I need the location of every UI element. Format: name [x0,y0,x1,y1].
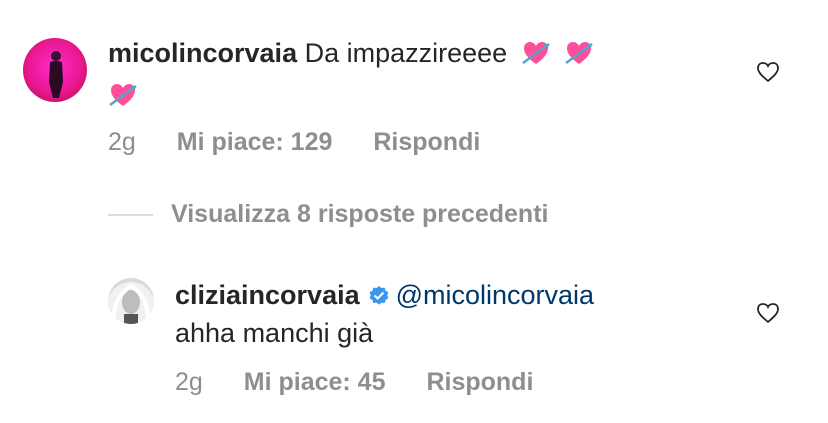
view-replies-button[interactable]: Visualizza 8 risposte precedenti [108,200,548,229]
comment-body-wrap [108,78,138,112]
heart-with-arrow-icon [564,38,594,68]
comment-meta: 2g Mi piace: 129 Rispondi [108,128,514,157]
comment-body: micolincorvaia Da impazzireeee [108,36,594,70]
comment-text: ahha manchi già [175,316,373,350]
username[interactable]: micolincorvaia [108,38,297,68]
reply-button[interactable]: Rispondi [426,368,533,396]
comment-text: Da impazzireeee [304,38,508,68]
divider [108,214,153,217]
reply-button[interactable]: Rispondi [373,128,480,156]
likes-count[interactable]: Mi piace: 129 [177,128,333,156]
like-heart-icon[interactable] [756,60,780,84]
avatar[interactable] [108,278,154,324]
heart-with-arrow-icon [521,38,551,68]
comment-text-value: ahha manchi già [175,318,374,348]
comment-header: cliziaincorvaia @micolincorvaia [175,278,594,312]
likes-count[interactable]: Mi piace: 45 [244,368,386,396]
mention-link[interactable]: @micolincorvaia [396,280,594,310]
username[interactable]: cliziaincorvaia [175,280,360,310]
heart-with-arrow-icon [108,80,138,110]
view-replies-label: Visualizza 8 risposte precedenti [171,200,549,228]
verified-badge-icon [368,285,390,307]
timestamp: 2g [175,368,203,396]
like-heart-icon[interactable] [756,301,780,325]
timestamp: 2g [108,128,136,156]
avatar[interactable] [23,38,87,102]
comment-meta: 2g Mi piace: 45 Rispondi [175,368,567,397]
